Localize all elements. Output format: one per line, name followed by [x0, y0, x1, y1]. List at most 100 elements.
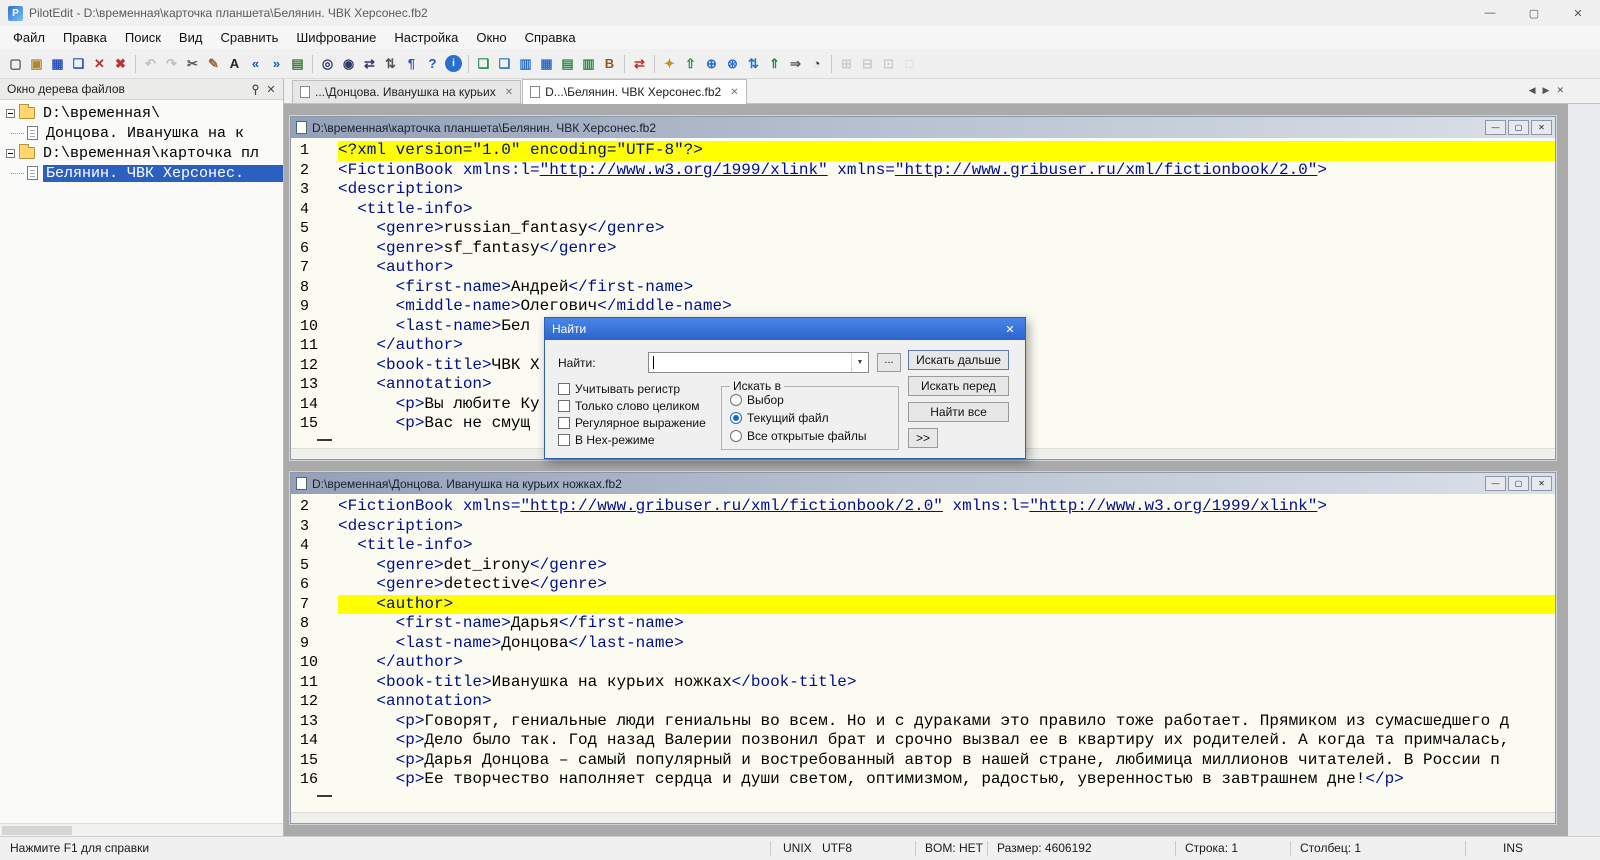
window-close-button[interactable]: ✕ [1556, 0, 1600, 26]
window-maximize-button[interactable]: ▢ [1512, 0, 1556, 26]
find-in-files-icon[interactable]: ◉ [338, 53, 359, 75]
dialog-close-icon[interactable]: ✕ [1002, 323, 1018, 336]
scrollbar-thumb[interactable] [2, 826, 72, 835]
tab-close-icon[interactable]: ✕ [1556, 85, 1564, 96]
code-line[interactable]: 14 <p>Дело было так. Год назад Валерии п… [291, 731, 1555, 751]
menu-item[interactable]: Правка [54, 27, 116, 48]
radio-icon[interactable] [730, 430, 742, 442]
checkbox-icon[interactable] [558, 399, 570, 412]
copy-to-file-icon[interactable]: ❏ [473, 53, 494, 75]
window-minimize-button[interactable]: — [1468, 0, 1512, 26]
tab-close-icon[interactable]: ✕ [505, 87, 513, 98]
paste-from-file-icon[interactable]: ❏ [494, 53, 515, 75]
tree-item[interactable]: D:\временная\ [0, 103, 283, 123]
tree-item[interactable]: Донцова. Иванушка на к [0, 123, 283, 143]
find-option[interactable]: Только слово целиком [558, 397, 706, 414]
find-option[interactable]: Учитывать регистр [558, 380, 706, 397]
child-minimize-button[interactable]: — [1485, 476, 1506, 491]
editor-hscrollbar[interactable] [291, 812, 1555, 823]
edit-pen-icon[interactable]: ✎ [203, 53, 224, 75]
save-all-icon[interactable]: ❏ [68, 53, 89, 75]
tab-scroll-right-icon[interactable]: ▶ [1543, 85, 1550, 96]
menu-item[interactable]: Сравнить [211, 27, 287, 48]
about-info-icon[interactable]: i [443, 53, 464, 75]
show-whitespace-icon[interactable]: ¶ [401, 53, 422, 75]
code-line[interactable]: 8 <first-name>Дарья</first-name> [291, 614, 1555, 634]
font-icon[interactable]: A [224, 53, 245, 75]
ftp-transfer-icon[interactable]: ⇧ [680, 53, 701, 75]
menu-item[interactable]: Настройка [385, 27, 467, 48]
next-bookmark-icon[interactable]: » [266, 53, 287, 75]
tab[interactable]: D...\Белянин. ЧВК Херсонес.fb2 ✕ [522, 79, 747, 104]
find-all-button[interactable]: Найти все [908, 402, 1009, 422]
child-minimize-button[interactable]: — [1485, 120, 1506, 135]
checkbox-icon[interactable] [558, 433, 570, 446]
code-line[interactable]: 7 <author> [291, 594, 1555, 614]
new-file-icon[interactable]: ▢ [5, 53, 26, 75]
radio-icon[interactable] [730, 412, 742, 424]
find-option[interactable]: В Hex-режиме [558, 431, 706, 448]
find-icon[interactable]: ◎ [317, 53, 338, 75]
code-area[interactable]: 2 <FictionBook xmlns="http://www.gribuser… [291, 494, 1555, 812]
code-line[interactable]: 15 <p>Дарья Донцова – самый популярный и… [291, 751, 1555, 771]
scope-option[interactable]: Выбор [730, 391, 866, 409]
cut-icon[interactable]: ✂ [182, 53, 203, 75]
sort-lines-icon[interactable]: ⇅ [380, 53, 401, 75]
find-dialog-titlebar[interactable]: Найти ✕ [545, 318, 1025, 340]
more-options-button[interactable]: >> [908, 428, 938, 448]
file-group-b-icon[interactable]: ▦ [536, 53, 557, 75]
menu-item[interactable]: Поиск [116, 27, 170, 48]
help-icon[interactable]: ? [422, 53, 443, 75]
menu-item[interactable]: Вид [170, 27, 212, 48]
column-insert-icon[interactable]: ▥ [578, 53, 599, 75]
find-option[interactable]: Регулярное выражение [558, 414, 706, 431]
tree-item[interactable]: Белянин. ЧВК Херсонес. [0, 163, 283, 183]
sort-az-icon[interactable]: ⇅ [743, 53, 764, 75]
menu-item[interactable]: Справка [516, 27, 585, 48]
upload-icon[interactable]: ⇑ [764, 53, 785, 75]
tab-scroll-left-icon[interactable]: ◀ [1529, 85, 1536, 96]
code-line[interactable]: 9 <middle-name>Олегович</middle-name> [291, 297, 1555, 317]
pin-icon[interactable] [247, 81, 263, 97]
code-line[interactable]: 2 <FictionBook xmlns:l="http://www.w3.org… [291, 161, 1555, 181]
editor-titlebar[interactable]: D:\временная\карточка планшета\Белянин. … [291, 117, 1555, 138]
replace-icon[interactable]: ⇄ [359, 53, 380, 75]
browse-button[interactable]: ... [877, 353, 901, 372]
code-line[interactable]: 5 <genre>det_irony</genre> [291, 556, 1555, 576]
scope-option[interactable]: Текущий файл [730, 409, 866, 427]
close-panel-icon[interactable]: ✕ [263, 81, 279, 97]
save-icon[interactable]: ▦ [47, 53, 68, 75]
code-line[interactable]: 7 <author> [291, 258, 1555, 278]
editor-titlebar[interactable]: D:\временная\Донцова. Иванушка на курьих… [291, 473, 1555, 494]
indent-icon[interactable]: ⇒ [785, 53, 806, 75]
file-group-a-icon[interactable]: ▥ [515, 53, 536, 75]
code-line[interactable]: 3 <description> [291, 517, 1555, 537]
export-text-icon[interactable]: ▤ [287, 53, 308, 75]
tree-item[interactable]: D:\временная\карточка пл [0, 143, 283, 163]
find-input[interactable]: ▼ [648, 352, 869, 373]
prev-bookmark-icon[interactable]: « [245, 53, 266, 75]
checkbox-icon[interactable] [558, 382, 570, 395]
tab-close-icon[interactable]: ✕ [730, 87, 738, 98]
code-line[interactable]: 4 <title-info> [291, 536, 1555, 556]
web-search-icon[interactable]: ⊛ [722, 53, 743, 75]
code-line[interactable]: 12 <annotation> [291, 692, 1555, 712]
tree-expander-icon[interactable] [6, 148, 15, 158]
tab[interactable]: ...\Донцова. Иванушка на курьих ✕ [292, 80, 522, 103]
code-line[interactable]: 9 <last-name>Донцова</last-name> [291, 634, 1555, 654]
radio-icon[interactable] [730, 394, 742, 406]
compare-files-icon[interactable]: ⇄ [629, 53, 650, 75]
column-mode-icon[interactable]: ▤ [557, 53, 578, 75]
menu-item[interactable]: Шифрование [287, 27, 385, 48]
combo-dropdown-icon[interactable]: ▼ [851, 353, 868, 372]
zoom-icon[interactable]: ◔ [806, 53, 827, 75]
menu-item[interactable]: Окно [467, 27, 515, 48]
scope-option[interactable]: Все открытые файлы [730, 427, 866, 445]
tree-expander-icon[interactable] [6, 108, 15, 118]
child-close-button[interactable]: ✕ [1531, 120, 1552, 135]
checkbox-icon[interactable] [558, 416, 570, 429]
edit-bookmark-b-icon[interactable]: B [599, 53, 620, 75]
tree-hscrollbar[interactable] [0, 823, 283, 836]
close-all-files-icon[interactable]: ✖ [110, 53, 131, 75]
code-line[interactable]: 10 </author> [291, 653, 1555, 673]
